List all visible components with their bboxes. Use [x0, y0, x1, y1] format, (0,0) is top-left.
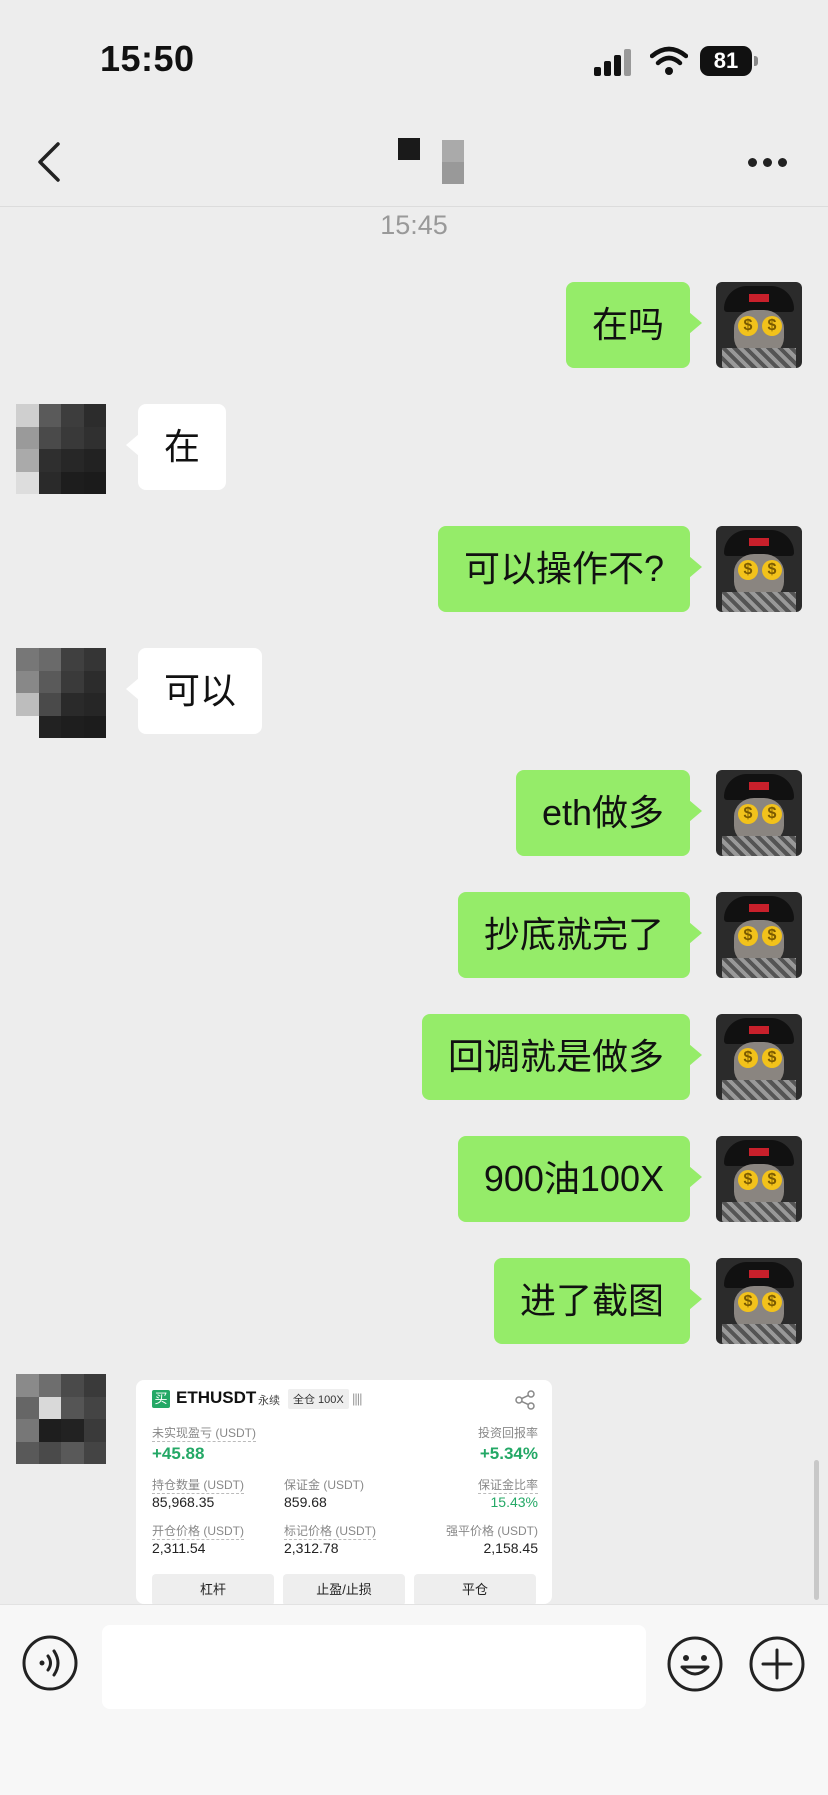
- contact-avatar[interactable]: [16, 404, 106, 494]
- message-bubble-mine[interactable]: 在吗: [565, 282, 703, 368]
- roi-value: +5.34%: [479, 1444, 538, 1463]
- position-screenshot-image[interactable]: 买 ETHUSDT 永续 全仓 100X |||| 未实现盈亏 (USDT) +…: [136, 1380, 552, 1604]
- message-bubble-mine[interactable]: 抄底就完了: [457, 892, 703, 978]
- position-size-value: 85,968.35: [152, 1494, 215, 1510]
- message-bubble-mine[interactable]: 可以操作不?: [437, 526, 703, 612]
- my-avatar[interactable]: $ $: [716, 526, 802, 612]
- mark-price-value: 2,312.78: [284, 1540, 339, 1556]
- my-avatar[interactable]: $ $: [716, 1014, 802, 1100]
- margin-label: 保证金 (USDT): [284, 1478, 364, 1492]
- contact-avatar[interactable]: [16, 1374, 106, 1464]
- chat-header: [0, 120, 828, 207]
- status-bar: 15:50 81: [0, 0, 828, 120]
- chat-title: [390, 136, 470, 186]
- liquidation-price-value: 2,158.45: [483, 1540, 539, 1556]
- my-avatar[interactable]: $ $: [716, 1258, 802, 1344]
- contract-type-tag: 永续: [258, 1395, 280, 1407]
- contact-avatar[interactable]: [16, 648, 106, 738]
- entry-price-label: 开仓价格 (USDT): [152, 1524, 244, 1540]
- plus-icon[interactable]: [748, 1635, 806, 1693]
- message-bubble-mine[interactable]: eth做多: [515, 770, 703, 856]
- emoji-icon[interactable]: [666, 1635, 724, 1693]
- risk-bars: ||||: [352, 1391, 362, 1406]
- close-position-button: 平仓: [414, 1574, 536, 1604]
- mark-price-label: 标记价格 (USDT): [284, 1524, 376, 1540]
- leverage-button: 杠杆: [152, 1574, 274, 1604]
- wifi-icon: [650, 46, 688, 75]
- my-avatar[interactable]: $ $: [716, 770, 802, 856]
- cellular-signal-icon: [594, 48, 634, 76]
- message-input[interactable]: [102, 1625, 646, 1709]
- margin-mode-tag: 全仓 100X: [288, 1389, 349, 1409]
- message-bubble-theirs[interactable]: 可以: [125, 648, 263, 734]
- contract-symbol: ETHUSDT: [176, 1388, 257, 1407]
- message-input-bar: [0, 1604, 828, 1795]
- redacted-title-block: [442, 162, 464, 184]
- margin-value: 859.68: [284, 1494, 327, 1510]
- scrollbar[interactable]: [814, 1460, 819, 1600]
- redacted-title-block: [442, 140, 464, 162]
- message-bubble-mine[interactable]: 进了截图: [493, 1258, 703, 1344]
- status-time: 15:50: [100, 38, 195, 79]
- message-bubble-mine[interactable]: 回调就是做多: [421, 1014, 703, 1100]
- unrealized-pnl-label: 未实现盈亏 (USDT): [152, 1426, 256, 1442]
- message-timestamp: 15:45: [380, 210, 448, 240]
- my-avatar[interactable]: $ $: [716, 892, 802, 978]
- position-size-label: 持仓数量 (USDT): [152, 1478, 244, 1494]
- liquidation-price-label: 强平价格 (USDT): [446, 1524, 538, 1538]
- message-bubble-mine[interactable]: 900油100X: [457, 1136, 703, 1222]
- roi-label: 投资回报率: [477, 1426, 538, 1440]
- my-avatar[interactable]: $ $: [716, 282, 802, 368]
- buy-badge: 买: [152, 1390, 170, 1408]
- voice-input-icon[interactable]: [22, 1635, 78, 1691]
- entry-price-value: 2,311.54: [152, 1540, 206, 1556]
- margin-ratio-label: 保证金比率: [477, 1478, 538, 1494]
- message-bubble-theirs[interactable]: 在: [125, 404, 227, 490]
- more-options-icon[interactable]: [748, 158, 788, 170]
- back-chevron-icon[interactable]: [30, 140, 70, 184]
- share-icon: [515, 1390, 535, 1410]
- my-avatar[interactable]: $ $: [716, 1136, 802, 1222]
- unrealized-pnl-value: +45.88: [152, 1444, 205, 1463]
- battery-indicator: 81: [700, 46, 758, 76]
- tp-sl-button: 止盈/止损: [283, 1574, 405, 1604]
- redacted-title-block: [398, 138, 420, 160]
- margin-ratio-value: 15.43%: [490, 1494, 538, 1510]
